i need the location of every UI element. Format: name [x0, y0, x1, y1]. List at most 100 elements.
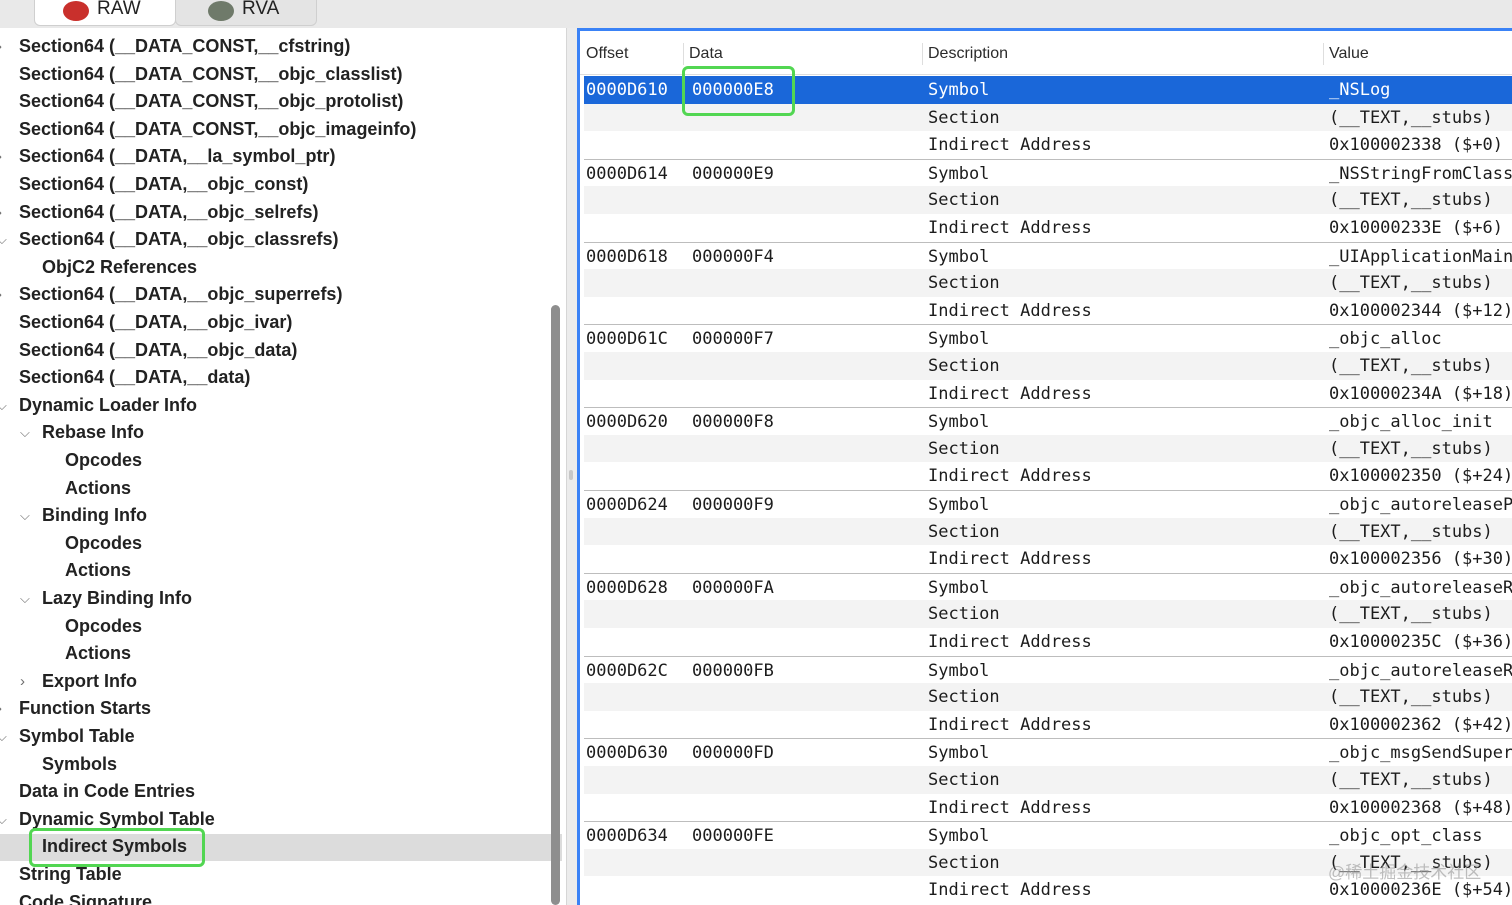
- tree-item[interactable]: ⌵ Section64 (__DATA,__objc_classrefs): [0, 227, 562, 254]
- cell-value: _objc_alloc_init: [1329, 412, 1493, 433]
- tree-item-label: Actions: [65, 643, 132, 664]
- chevron-down-icon[interactable]: ⌵: [0, 812, 7, 828]
- tree-item[interactable]: › Section64 (__DATA_CONST,__cfstring): [0, 34, 562, 61]
- table-row[interactable]: Indirect Address 0x100002362 ($+42): [584, 711, 1512, 739]
- tree-item[interactable]: Section64 (__DATA_CONST,__objc_protolist…: [0, 89, 562, 116]
- tree-item[interactable]: ⌵ Lazy Binding Info: [0, 586, 562, 613]
- chevron-down-icon[interactable]: ⌵: [0, 398, 7, 414]
- chevron-right-icon[interactable]: ›: [0, 286, 2, 303]
- tree-item[interactable]: Section64 (__DATA_CONST,__objc_classlist…: [0, 62, 562, 89]
- cell-value: _NSStringFromClass: [1329, 163, 1512, 184]
- column-separator: [922, 43, 923, 65]
- table-row[interactable]: Indirect Address 0x100002338 ($+0): [584, 131, 1512, 159]
- tree-item[interactable]: Actions: [0, 558, 562, 585]
- table-row[interactable]: Indirect Address 0x100002356 ($+30): [584, 545, 1512, 573]
- table-row[interactable]: Section (__TEXT,__stubs): [584, 766, 1512, 794]
- split-divider[interactable]: [566, 28, 577, 905]
- tree-item[interactable]: ⌵ Rebase Info: [0, 420, 562, 447]
- table-row[interactable]: Indirect Address 0x100002350 ($+24): [584, 462, 1512, 490]
- tree-item[interactable]: Section64 (__DATA,__data): [0, 365, 562, 392]
- tree-item[interactable]: Actions: [0, 476, 562, 503]
- tree-item[interactable]: Section64 (__DATA,__objc_const): [0, 172, 562, 199]
- tree-item[interactable]: Actions: [0, 641, 562, 668]
- tree-item[interactable]: › Section64 (__DATA,__objc_superrefs): [0, 282, 562, 309]
- chevron-right-icon[interactable]: ›: [0, 204, 2, 221]
- column-header-data[interactable]: Data: [689, 45, 723, 63]
- column-header-offset[interactable]: Offset: [586, 45, 628, 63]
- tree-item[interactable]: › Function Starts: [0, 696, 562, 723]
- table-row[interactable]: 0000D628 000000FA Symbol _objc_autoreleaseR: [584, 572, 1512, 602]
- tree-item[interactable]: › Export Info: [0, 669, 562, 696]
- table-row[interactable]: Section (__TEXT,__stubs): [584, 517, 1512, 546]
- cell-description: Symbol: [928, 495, 990, 515]
- tree-item[interactable]: ⌵ Dynamic Loader Info: [0, 393, 562, 420]
- table-row[interactable]: 0000D620 000000F8 Symbol _objc_alloc_init: [584, 407, 1512, 436]
- tree-item[interactable]: ⌵ Symbol Table: [0, 724, 562, 751]
- tree-item-label: Data in Code Entries: [19, 781, 196, 802]
- tree-item[interactable]: › Section64 (__DATA,__objc_selrefs): [0, 200, 562, 227]
- column-header-description[interactable]: Description: [928, 45, 1008, 63]
- column-header-value[interactable]: Value: [1329, 45, 1369, 63]
- cell-description: Indirect Address: [928, 632, 1092, 652]
- chevron-down-icon[interactable]: ⌵: [20, 591, 30, 607]
- cell-offset: 0000D62C: [586, 660, 668, 681]
- app-icon: [63, 1, 89, 21]
- table-row[interactable]: Section (__TEXT,__stubs): [584, 352, 1512, 380]
- tree-item[interactable]: › Section64 (__DATA,__la_symbol_ptr): [0, 144, 562, 171]
- table-row[interactable]: 0000D618 000000F4 Symbol _UIApplicationMain: [584, 241, 1512, 271]
- table-row[interactable]: 0000D62C 000000FB Symbol _objc_autoreleaseR: [584, 655, 1512, 685]
- tree-item[interactable]: Section64 (__DATA_CONST,__objc_imageinfo…: [0, 117, 562, 144]
- table-row[interactable]: 0000D634 000000FE Symbol _objc_opt_class: [584, 821, 1512, 850]
- divider-grip[interactable]: [569, 470, 573, 480]
- tree-item[interactable]: Symbols: [0, 752, 562, 779]
- tree-item[interactable]: Opcodes: [0, 448, 562, 475]
- table-row[interactable]: Indirect Address 0x10000233E ($+6): [584, 214, 1512, 242]
- cell-description: Section: [928, 438, 1000, 459]
- tree-item[interactable]: Section64 (__DATA,__objc_ivar): [0, 310, 562, 337]
- chevron-down-icon[interactable]: ⌵: [20, 508, 30, 524]
- chevron-right-icon[interactable]: ›: [20, 673, 25, 690]
- table-row[interactable]: Indirect Address 0x10000235C ($+36): [584, 628, 1512, 656]
- outline-tree[interactable]: › Section64 (__DATA_CONST,__cfstring) Sect…: [0, 32, 566, 905]
- tab-rva[interactable]: RVA: [175, 0, 317, 26]
- chevron-down-icon[interactable]: ⌵: [20, 425, 30, 441]
- tree-item[interactable]: ⌵ Binding Info: [0, 503, 562, 530]
- cell-value: (__TEXT,__stubs): [1329, 273, 1493, 294]
- chevron-right-icon[interactable]: ›: [0, 148, 2, 165]
- tree-item-label: Section64 (__DATA,__data): [19, 367, 251, 388]
- cell-description: Section: [928, 356, 1000, 376]
- chevron-right-icon[interactable]: ›: [0, 700, 2, 717]
- chevron-down-icon[interactable]: ⌵: [0, 729, 7, 745]
- tree-item[interactable]: ObjC2 References: [0, 255, 562, 282]
- tree-item[interactable]: Opcodes: [0, 614, 562, 641]
- table-row[interactable]: Indirect Address 0x10000234A ($+18): [584, 380, 1512, 408]
- tree-scrollbar[interactable]: [551, 305, 560, 905]
- table-row[interactable]: Indirect Address 0x100002344 ($+12): [584, 297, 1512, 325]
- cell-data: 000000E9: [692, 163, 774, 184]
- table-row[interactable]: Indirect Address 0x100002368 ($+48): [584, 794, 1512, 822]
- table-row[interactable]: Section (__TEXT,__stubs): [584, 186, 1512, 214]
- tree-item[interactable]: Opcodes: [0, 531, 562, 558]
- table-row[interactable]: Section (__TEXT,__stubs): [584, 269, 1512, 297]
- tree-item[interactable]: Code Signature: [0, 890, 562, 905]
- table-row[interactable]: Section (__TEXT,__stubs): [584, 434, 1512, 463]
- tab-raw[interactable]: RAW: [34, 0, 176, 26]
- tree-item-label: Actions: [65, 477, 132, 498]
- tree-item[interactable]: Section64 (__DATA,__objc_data): [0, 338, 562, 365]
- table-row[interactable]: 0000D614 000000E9 Symbol _NSStringFromClass: [584, 158, 1512, 188]
- chevron-right-icon[interactable]: ›: [0, 38, 2, 55]
- table-row[interactable]: 0000D624 000000F9 Symbol _objc_autoreleaseP: [584, 490, 1512, 519]
- tree-item[interactable]: Data in Code Entries: [0, 779, 562, 806]
- table-row[interactable]: Section (__TEXT,__stubs): [584, 600, 1512, 628]
- indirect-symbols-table[interactable]: Offset Data Description Value 0000D610 00…: [577, 28, 1512, 905]
- table-row[interactable]: 0000D630 000000FD Symbol _objc_msgSendSuper: [584, 738, 1512, 767]
- cell-description: Symbol: [928, 826, 990, 847]
- cell-description: Symbol: [928, 577, 990, 598]
- table-row[interactable]: Section (__TEXT,__stubs): [584, 683, 1512, 711]
- cell-description: Indirect Address: [928, 549, 1092, 570]
- cell-value: (__TEXT,__stubs): [1329, 604, 1493, 625]
- table-row[interactable]: 0000D61C 000000F7 Symbol _objc_alloc: [584, 324, 1512, 353]
- cell-offset: 0000D61C: [586, 329, 668, 350]
- chevron-down-icon[interactable]: ⌵: [0, 232, 7, 248]
- tree-item-label: Function Starts: [19, 698, 152, 719]
